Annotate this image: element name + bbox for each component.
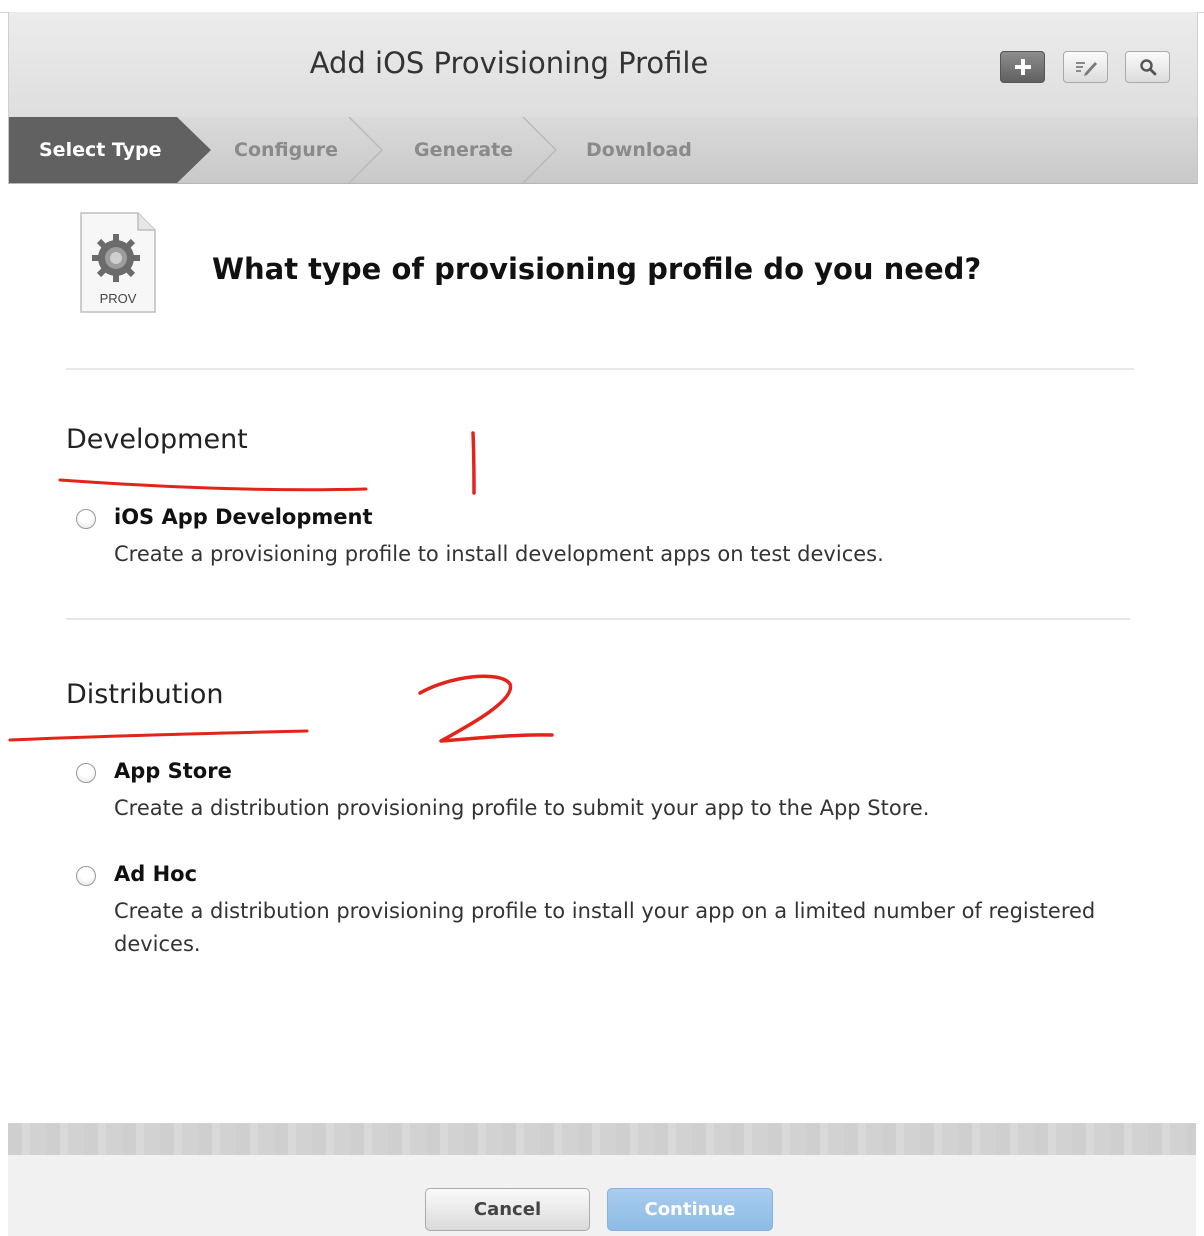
search-icon xyxy=(1139,59,1156,76)
annotation-underline-development xyxy=(58,478,368,492)
radio-ad-hoc[interactable] xyxy=(76,866,96,886)
plus-icon xyxy=(1014,59,1031,75)
cancel-button[interactable]: Cancel xyxy=(425,1188,590,1231)
add-button[interactable] xyxy=(1000,51,1045,83)
continue-button[interactable]: Continue xyxy=(607,1188,773,1231)
step-indicator: Select Type Configure Generate Download xyxy=(8,117,1198,184)
prov-file-icon: PROV xyxy=(78,212,158,318)
edit-button[interactable] xyxy=(1063,51,1108,83)
header-bar: Add iOS Provisioning Profile xyxy=(8,12,1198,117)
annotation-underline-distribution xyxy=(8,729,309,742)
question-heading: What type of provisioning profile do you… xyxy=(212,252,982,286)
option-label-ios-app-development[interactable]: iOS App Development xyxy=(114,505,373,529)
radio-ios-app-development[interactable] xyxy=(76,509,96,529)
option-description-app-store: Create a distribution provisioning profi… xyxy=(114,796,930,820)
option-label-app-store[interactable]: App Store xyxy=(114,759,232,783)
annotation-mark-1 xyxy=(471,431,476,495)
divider xyxy=(66,368,1134,370)
prov-label: PROV xyxy=(100,291,137,306)
radio-app-store[interactable] xyxy=(76,763,96,783)
option-description-ad-hoc: Create a distribution provisioning profi… xyxy=(114,899,1096,956)
step-configure: Configure xyxy=(234,139,338,161)
option-description-ios-app-development: Create a provisioning profile to install… xyxy=(114,542,884,566)
section-development-title: Development xyxy=(66,424,248,455)
step-generate: Generate xyxy=(414,139,514,161)
section-distribution-title: Distribution xyxy=(66,679,224,710)
divider xyxy=(66,618,1130,620)
search-button[interactable] xyxy=(1125,51,1170,83)
annotation-mark-2 xyxy=(418,674,554,743)
option-label-ad-hoc[interactable]: Ad Hoc xyxy=(114,862,197,886)
page-title: Add iOS Provisioning Profile xyxy=(309,46,709,80)
step-download: Download xyxy=(586,139,692,161)
footer-separator xyxy=(8,1123,1196,1155)
edit-icon xyxy=(1075,62,1097,76)
footer-bar xyxy=(8,1155,1196,1236)
